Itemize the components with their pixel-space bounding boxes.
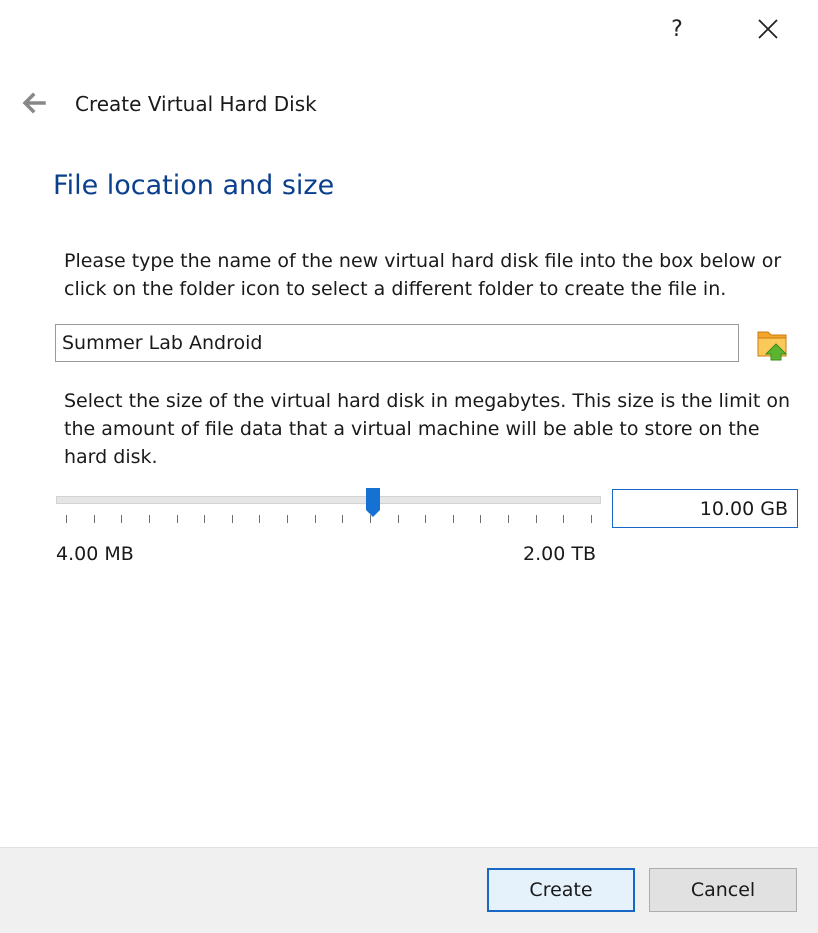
slider-tick xyxy=(591,515,592,523)
slider-tick xyxy=(508,515,510,523)
slider-tick xyxy=(452,515,454,523)
slider-tick xyxy=(66,515,67,523)
slider-tick xyxy=(480,515,482,523)
slider-tick xyxy=(535,515,537,523)
slider-tick xyxy=(342,515,344,523)
slider-tick xyxy=(369,515,371,523)
disk-size-input[interactable] xyxy=(612,489,798,528)
slider-tick xyxy=(93,515,95,523)
slider-tick xyxy=(204,515,206,523)
slider-tick xyxy=(121,515,123,523)
slider-track[interactable] xyxy=(56,496,601,504)
folder-browse-icon xyxy=(757,331,788,361)
size-slider[interactable] xyxy=(56,488,601,528)
create-button[interactable]: Create xyxy=(487,868,635,912)
slider-tick xyxy=(563,515,565,523)
folder-browse-button[interactable] xyxy=(754,326,792,362)
slider-min-label: 4.00 MB xyxy=(56,543,134,565)
slider-tick xyxy=(259,515,261,523)
close-button[interactable] xyxy=(748,12,788,46)
slider-tick xyxy=(425,515,427,523)
slider-tick xyxy=(176,515,178,523)
button-bar: Create Cancel xyxy=(0,847,818,933)
file-name-input[interactable] xyxy=(55,324,739,362)
wizard-title: Create Virtual Hard Disk xyxy=(75,92,317,116)
slider-tick xyxy=(397,515,399,523)
cancel-button[interactable]: Cancel xyxy=(649,868,797,912)
close-icon xyxy=(758,19,778,39)
slider-tick xyxy=(314,515,316,523)
location-description: Please type the name of the new virtual … xyxy=(64,250,782,300)
slider-max-label: 2.00 TB xyxy=(523,543,596,565)
help-icon: ? xyxy=(671,16,683,42)
slider-tick xyxy=(148,515,150,523)
back-arrow-icon[interactable] xyxy=(18,90,48,116)
slider-tick xyxy=(287,515,289,523)
page-heading: File location and size xyxy=(53,170,335,201)
size-description: Select the size of the virtual hard disk… xyxy=(64,390,791,468)
slider-thumb[interactable] xyxy=(365,488,381,518)
slider-tick xyxy=(231,515,233,523)
help-button[interactable]: ? xyxy=(657,12,697,46)
